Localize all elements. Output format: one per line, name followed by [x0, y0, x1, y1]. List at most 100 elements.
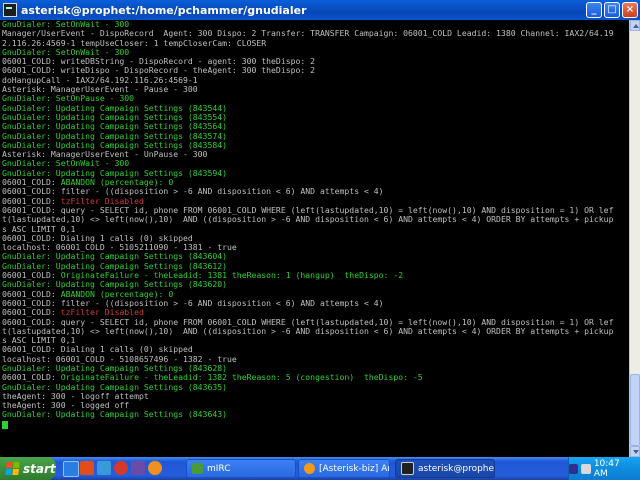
- prompt-line[interactable]: [2, 420, 629, 429]
- terminal-text: GnuDialer: Updating Campaign Settings (8…: [2, 363, 228, 373]
- start-label: start: [23, 461, 56, 476]
- terminal-text: tzFilter Disabled: [60, 308, 144, 318]
- scroll-down-icon[interactable]: [630, 446, 640, 457]
- show-desktop-icon[interactable]: [97, 461, 111, 475]
- taskbar-item-terminal[interactable]: asterisk@prophet:/h...: [395, 459, 495, 478]
- terminal-line: localhost: 06001_COLD - 5105211090 - 138…: [2, 243, 629, 252]
- terminal-line: 06001_COLD: query - SELECT id, phone FRO…: [2, 318, 629, 327]
- window-title-bar[interactable]: asterisk@prophet:/home/pchammer/gnudiale…: [0, 0, 640, 20]
- terminal-icon: [3, 3, 17, 17]
- internet-explorer-icon[interactable]: [63, 461, 79, 477]
- terminal-line: 06001_COLD: ABANDON (percentage): 0: [2, 290, 629, 299]
- volume-icon[interactable]: [581, 463, 591, 474]
- terminal-line: GnuDialer: Updating Campaign Settings (8…: [2, 132, 629, 141]
- task-label: [Asterisk-biz] Anyone...: [319, 463, 389, 474]
- terminal-line: 06001_COLD: writeDispo - DispoRecord - t…: [2, 66, 629, 75]
- windows-logo-icon: [5, 462, 20, 475]
- terminal-line: 06001_COLD: Dialing 1 calls (0) skipped: [2, 345, 629, 354]
- terminal-text: GnuDialer: Updating Campaign Settings (8…: [2, 103, 228, 113]
- text-cursor: [2, 420, 8, 429]
- terminal-text: 06001_COLD: filter - ((disposition > -6 …: [2, 187, 384, 197]
- terminal-text: 06001_COLD:: [2, 271, 61, 281]
- taskbar-item-asterisk-biz[interactable]: [Asterisk-biz] Anyone...: [298, 459, 390, 478]
- terminal-text: theAgent: 300 - logoff attempt: [2, 391, 149, 401]
- terminal-line: 06001_COLD: OriginateFailure - theLeadid…: [2, 373, 629, 382]
- terminal-text: ABANDON (percentage): 0: [60, 289, 174, 299]
- vertical-scrollbar[interactable]: [629, 20, 640, 457]
- terminal-text: theAgent: 300 - logged off: [2, 401, 130, 411]
- terminal-text: 06001_COLD: writeDBString - DispoRecord …: [2, 57, 316, 67]
- terminal-text: GnuDialer: SetOnWait - 300: [2, 47, 130, 57]
- terminal-text: tzFilter Disabled: [60, 196, 144, 206]
- terminal-text: GnuDialer: Updating Campaign Settings (8…: [2, 382, 228, 392]
- terminal-text: GnuDialer: Updating Campaign Settings (8…: [2, 131, 228, 141]
- terminal-line: GnuDialer: Updating Campaign Settings (8…: [2, 113, 629, 122]
- terminal-line: localhost: 06001_COLD - 5108657496 - 138…: [2, 355, 629, 364]
- terminal-line: 06001_COLD: OriginateFailure - theLeadid…: [2, 271, 629, 280]
- scrollbar-thumb[interactable]: [630, 374, 640, 446]
- terminal-text: GnuDialer: Updating Campaign Settings (8…: [2, 140, 228, 150]
- terminal-text: 06001_COLD: writeDispo - DispoRecord - t…: [2, 66, 316, 76]
- quicklaunch-app-icon[interactable]: [80, 461, 94, 475]
- terminal-line: t(lastupdated,10) <> left(now(),10) AND …: [2, 215, 629, 224]
- terminal-text: 2.116.26:4569-1 tempUseCloser: 1 tempClo…: [2, 38, 267, 48]
- terminal-line: 2.116.26:4569-1 tempUseCloser: 1 tempClo…: [2, 39, 629, 48]
- network-icon[interactable]: [569, 463, 579, 474]
- terminal-line: GnuDialer: Updating Campaign Settings (8…: [2, 262, 629, 271]
- terminal-text: 06001_COLD:: [2, 289, 61, 299]
- taskbar-item-mirc[interactable]: mIRC: [186, 459, 296, 478]
- terminal-line: s ASC LIMIT 0,1: [2, 225, 629, 234]
- maximize-button[interactable]: □: [604, 2, 620, 18]
- terminal-text: 06001_COLD:: [2, 178, 61, 188]
- terminal-text: Manager/UserEvent - DispoRecord Agent: 3…: [2, 29, 614, 39]
- media-player-icon[interactable]: [114, 461, 128, 475]
- terminal-line: GnuDialer: Updating Campaign Settings (8…: [2, 169, 629, 178]
- terminal-text: GnuDialer: SetOnWait - 300: [2, 159, 130, 169]
- scroll-up-icon[interactable]: [630, 20, 640, 31]
- terminal-text: GnuDialer: Updating Campaign Settings (8…: [2, 252, 228, 262]
- terminal-line: s ASC LIMIT 0,1: [2, 336, 629, 345]
- terminal-text: 06001_COLD: Dialing 1 calls (0) skipped: [2, 345, 193, 355]
- terminal-text: GnuDialer: Updating Campaign Settings (8…: [2, 112, 228, 122]
- terminal-text: 06001_COLD:: [2, 196, 61, 206]
- terminal-line: GnuDialer: Updating Campaign Settings (8…: [2, 122, 629, 131]
- firefox-icon[interactable]: [148, 461, 162, 475]
- terminal-line: 06001_COLD: filter - ((disposition > -6 …: [2, 299, 629, 308]
- terminal-text: OriginateFailure - theLeadid: 1381 theRe…: [60, 271, 404, 281]
- terminal-text: 06001_COLD: filter - ((disposition > -6 …: [2, 298, 384, 308]
- terminal-line: 06001_COLD: query - SELECT id, phone FRO…: [2, 206, 629, 215]
- minimize-button[interactable]: _: [586, 2, 602, 18]
- terminal-text: s ASC LIMIT 0,1: [2, 224, 76, 234]
- terminal-line: 06001_COLD: tzFilter Disabled: [2, 197, 629, 206]
- close-button[interactable]: ×: [622, 2, 638, 18]
- terminal-text: GnuDialer: Updating Campaign Settings (8…: [2, 410, 228, 420]
- terminal-text: s ASC LIMIT 0,1: [2, 336, 76, 346]
- terminal-text: 06001_COLD: Dialing 1 calls (0) skipped: [2, 233, 193, 243]
- terminal-output[interactable]: GnuDialer: SetOnWait - 300 Manager/UserEv…: [0, 20, 629, 457]
- terminal-line: 06001_COLD: writeDBString - DispoRecord …: [2, 57, 629, 66]
- terminal-line: GnuDialer: SetOnWait - 300: [2, 20, 629, 29]
- taskbar: start mIRC [Asterisk-biz] Anyone... aste…: [0, 457, 640, 480]
- browser-icon: [304, 463, 315, 474]
- terminal-text: GnuDialer: Updating Campaign Settings (8…: [2, 122, 228, 132]
- terminal-text: GnuDialer: SetOnPause - 300: [2, 94, 135, 104]
- terminal-line: theAgent: 300 - logged off: [2, 401, 629, 410]
- terminal-text: t(lastupdated,10) <> left(now(),10) AND …: [2, 215, 614, 225]
- window-controls: _ □ ×: [586, 2, 638, 18]
- terminal-line: 06001_COLD: filter - ((disposition > -6 …: [2, 187, 629, 196]
- terminal-text: 06001_COLD:: [2, 308, 61, 318]
- terminal-text: Asterisk: ManagerUserEvent - Pause - 300: [2, 85, 198, 95]
- terminal-line: 06001_COLD: Dialing 1 calls (0) skipped: [2, 234, 629, 243]
- terminal-text: GnuDialer: Updating Campaign Settings (8…: [2, 168, 228, 178]
- terminal-line: GnuDialer: Updating Campaign Settings (8…: [2, 383, 629, 392]
- start-button[interactable]: start: [0, 457, 56, 480]
- terminal-line: doHangupCall - IAX2/64.192.116.26:4569-1: [2, 76, 629, 85]
- quicklaunch-utility-icon[interactable]: [131, 461, 145, 475]
- terminal-line: t(lastupdated,10) <> left(now(),10) AND …: [2, 327, 629, 336]
- terminal-line: Asterisk: ManagerUserEvent - Pause - 300: [2, 85, 629, 94]
- terminal-text: 06001_COLD: query - SELECT id, phone FRO…: [2, 317, 614, 327]
- terminal-line: theAgent: 300 - logoff attempt: [2, 392, 629, 401]
- system-tray: 10:47 AM: [568, 457, 640, 480]
- window-title: asterisk@prophet:/home/pchammer/gnudiale…: [21, 3, 307, 17]
- terminal-icon: [401, 462, 414, 475]
